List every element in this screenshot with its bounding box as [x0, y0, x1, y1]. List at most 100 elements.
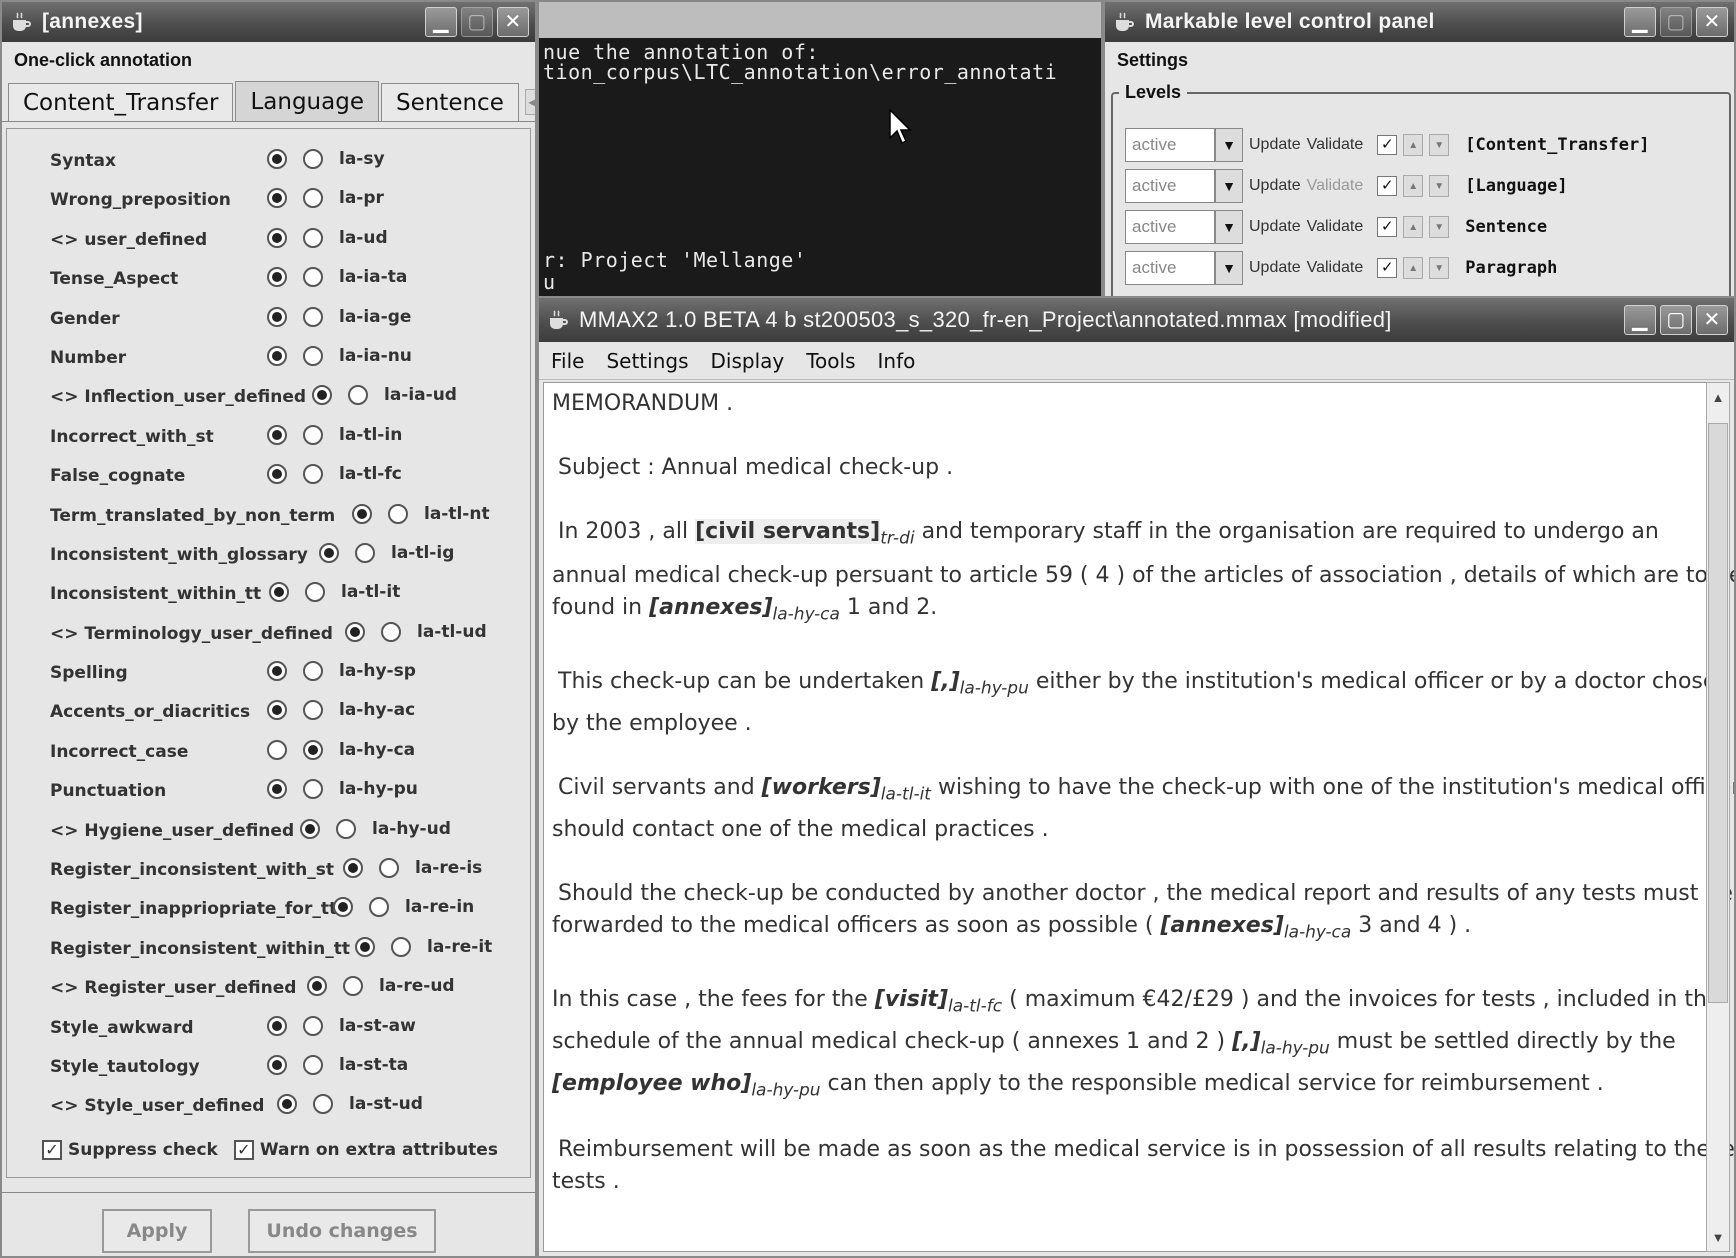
mlcp-titlebar[interactable]: Markable level control panel ▁ ▢ ✕ [1105, 2, 1734, 42]
radio-value[interactable] [391, 936, 411, 957]
radio-none[interactable] [267, 700, 287, 721]
scroll-up-icon[interactable]: ▲ [1707, 385, 1729, 409]
markable[interactable]: [annexes] [649, 595, 772, 620]
radio-value[interactable] [388, 503, 408, 524]
tab-scroll-arrows[interactable]: ◀ ▶ [524, 89, 535, 115]
warn-extra-option[interactable]: ✓ Warn on extra attributes [233, 1140, 498, 1160]
level-state-dropdown[interactable]: active [1125, 210, 1215, 244]
tab-content-transfer[interactable]: Content_Transfer [8, 83, 234, 121]
settings-menu[interactable]: Settings [1105, 42, 1734, 78]
radio-value[interactable] [303, 188, 323, 209]
menu-tools[interactable]: Tools [806, 349, 855, 373]
radio-value[interactable] [305, 582, 325, 603]
tab-language[interactable]: Language [235, 81, 379, 121]
move-down-icon[interactable]: ▼ [1429, 257, 1450, 279]
minimize-icon[interactable]: ▁ [1624, 7, 1656, 37]
level-state-dropdown[interactable]: active [1125, 251, 1215, 285]
radio-value[interactable] [336, 818, 356, 839]
validate-button[interactable]: Validate [1307, 259, 1364, 277]
move-down-icon[interactable]: ▼ [1429, 175, 1450, 197]
validate-button[interactable]: Validate [1307, 136, 1364, 154]
move-up-icon[interactable]: ▲ [1403, 175, 1424, 197]
move-down-icon[interactable]: ▼ [1429, 134, 1450, 156]
radio-value[interactable] [303, 700, 323, 721]
mmax-titlebar[interactable]: MMAX2 1.0 BETA 4 b st200503_s_320_fr-en_… [539, 298, 1734, 342]
dropdown-arrow-icon[interactable]: ▼ [1215, 251, 1243, 285]
radio-value[interactable] [303, 306, 323, 327]
document-text-area[interactable]: MEMORANDUM . Subject : Annual medical ch… [543, 382, 1734, 1252]
radio-none[interactable] [267, 227, 287, 248]
move-down-icon[interactable]: ▼ [1429, 216, 1450, 238]
radio-none[interactable] [267, 149, 287, 169]
radio-value[interactable] [303, 1054, 323, 1075]
validate-button[interactable]: Validate [1307, 218, 1364, 236]
radio-value[interactable] [303, 779, 323, 800]
radio-none[interactable] [267, 345, 287, 366]
annexes-titlebar[interactable]: [annexes] ▁ ▢ ✕ [2, 2, 535, 42]
scroll-down-icon[interactable]: ▼ [1707, 1225, 1729, 1249]
update-button[interactable]: Update [1249, 177, 1301, 195]
markable[interactable]: [annexes] [1160, 913, 1283, 938]
radio-none[interactable] [307, 976, 327, 997]
radio-value[interactable] [303, 227, 323, 248]
markable[interactable]: [employee who] [552, 1071, 751, 1096]
radio-none[interactable] [267, 188, 287, 209]
radio-none[interactable] [343, 858, 363, 879]
level-state-dropdown[interactable]: active [1125, 169, 1215, 203]
tab-left-icon[interactable]: ◀ [524, 89, 535, 115]
radio-none[interactable] [267, 1015, 287, 1036]
menu-settings[interactable]: Settings [606, 349, 688, 373]
undo-changes-button[interactable]: Undo changes [248, 1209, 436, 1253]
radio-none[interactable] [267, 779, 287, 800]
radio-none[interactable] [269, 582, 289, 603]
dropdown-arrow-icon[interactable]: ▼ [1215, 169, 1243, 203]
radio-none[interactable] [355, 936, 375, 957]
move-up-icon[interactable]: ▲ [1403, 134, 1424, 156]
level-visible-checkbox[interactable]: ✓ [1377, 217, 1398, 237]
radio-value[interactable] [379, 858, 399, 879]
markable[interactable]: [,] [1232, 1029, 1260, 1054]
radio-none[interactable] [267, 1054, 287, 1075]
update-button[interactable]: Update [1249, 218, 1301, 236]
radio-value[interactable] [303, 267, 323, 288]
minimize-icon[interactable]: ▁ [1624, 305, 1656, 335]
radio-value[interactable] [303, 424, 323, 445]
checkbox[interactable]: ✓ [42, 1140, 62, 1160]
menu-file[interactable]: File [551, 349, 584, 373]
validate-button[interactable]: Validate [1307, 177, 1364, 195]
level-visible-checkbox[interactable]: ✓ [1377, 176, 1398, 196]
markable[interactable]: [,] [931, 669, 959, 694]
radio-value[interactable] [348, 385, 368, 406]
radio-none[interactable] [267, 306, 287, 327]
radio-none[interactable] [300, 818, 320, 839]
radio-value[interactable] [303, 464, 323, 485]
menu-info[interactable]: Info [878, 349, 916, 373]
level-visible-checkbox[interactable]: ✓ [1377, 258, 1398, 278]
vertical-scrollbar[interactable]: ▲ ▼ [1706, 382, 1730, 1252]
suppress-check-option[interactable]: ✓ Suppress check [42, 1140, 218, 1160]
close-icon[interactable]: ✕ [497, 7, 529, 37]
close-icon[interactable]: ✕ [1696, 305, 1728, 335]
radio-none[interactable] [345, 621, 365, 642]
update-button[interactable]: Update [1249, 259, 1301, 277]
markable[interactable]: [visit] [875, 987, 948, 1012]
radio-none[interactable] [267, 661, 287, 682]
checkbox[interactable]: ✓ [233, 1140, 254, 1160]
radio-none[interactable] [333, 897, 353, 918]
minimize-icon[interactable]: ▁ [425, 7, 457, 37]
radio-none[interactable] [312, 385, 332, 406]
dropdown-arrow-icon[interactable]: ▼ [1215, 128, 1243, 162]
radio-none[interactable] [267, 424, 287, 445]
radio-value[interactable] [313, 1094, 333, 1115]
level-visible-checkbox[interactable]: ✓ [1377, 135, 1398, 155]
radio-none[interactable] [319, 542, 339, 563]
markable[interactable]: [workers] [762, 775, 881, 800]
menu-display[interactable]: Display [711, 349, 785, 373]
radio-value[interactable] [303, 739, 323, 760]
dropdown-arrow-icon[interactable]: ▼ [1215, 210, 1243, 244]
move-up-icon[interactable]: ▲ [1403, 216, 1424, 238]
radio-none[interactable] [352, 503, 372, 524]
radio-none[interactable] [267, 267, 287, 288]
radio-value[interactable] [355, 542, 375, 563]
radio-value[interactable] [303, 149, 323, 169]
